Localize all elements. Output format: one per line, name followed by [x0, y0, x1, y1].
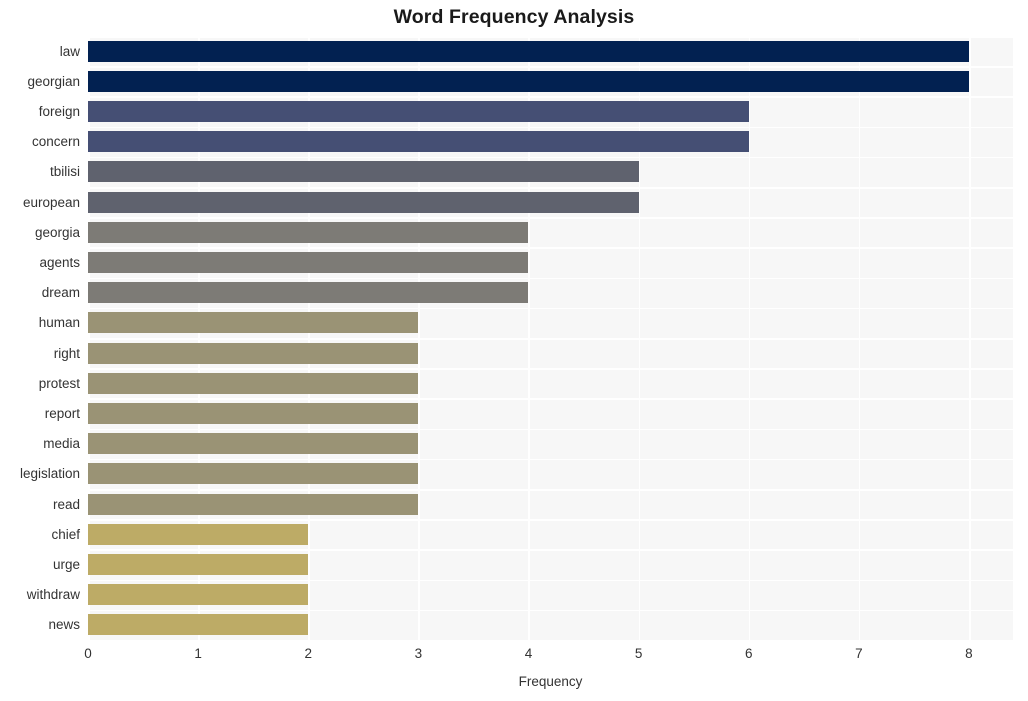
x-axis-tick-label: 6 [744, 646, 753, 661]
y-axis-tick-label: human [38, 315, 80, 331]
y-axis-tick-label: tbilisi [49, 164, 80, 180]
y-axis-tick-label: foreign [38, 104, 80, 119]
bar [88, 614, 309, 636]
x-axis-tick-labels: 0 1 2 3 4 5 6 7 8 [84, 646, 1013, 668]
word-frequency-chart-figure: Word Frequency Analysis law georgian forei… [0, 0, 1028, 701]
x-axis-tick-label: 0 [84, 646, 92, 661]
y-axis-tick-label: protest [38, 375, 80, 391]
bar [88, 403, 419, 424]
x-axis-tick-label: 1 [194, 646, 202, 661]
y-axis-tick-label: dream [41, 285, 80, 301]
bars-layer [88, 36, 1013, 640]
bar [88, 282, 529, 304]
x-axis-label: Frequency [518, 674, 583, 689]
bar [88, 584, 309, 606]
bar [88, 131, 749, 153]
bar [88, 523, 309, 545]
x-axis-tick-label: 7 [855, 646, 863, 661]
x-axis-tick-label: 4 [524, 646, 533, 661]
bar [88, 101, 749, 122]
y-axis-tick-label: urge [52, 557, 80, 572]
bar [88, 40, 969, 62]
y-axis-tick-label: agents [39, 255, 80, 270]
y-axis-tick-label: concern [31, 134, 80, 150]
bar [88, 493, 419, 515]
plot-area [88, 36, 1013, 640]
bar [88, 252, 529, 273]
bar [88, 70, 969, 92]
y-axis-tick-label: georgian [27, 73, 80, 89]
bar [88, 342, 419, 364]
bar [88, 191, 639, 213]
y-axis-tick-label: read [52, 496, 80, 512]
y-axis-tick-label: legislation [19, 466, 80, 482]
y-axis-tick-label: georgia [34, 224, 80, 240]
x-axis-tick-label: 3 [414, 646, 423, 661]
y-axis-tick-label: news [48, 617, 80, 633]
chart-title: Word Frequency Analysis [393, 6, 635, 28]
bar [88, 161, 639, 183]
bar [88, 554, 309, 575]
y-axis-category-labels: law georgian foreign concern tbilisi european… [0, 36, 80, 640]
bar [88, 312, 419, 334]
x-axis-tick-label: 2 [304, 646, 312, 661]
y-axis-tick-label: media [43, 436, 80, 452]
bar [88, 221, 529, 243]
y-axis-tick-label: european [22, 194, 80, 210]
x-axis-tick-label: 5 [634, 646, 643, 661]
y-axis-tick-label: withdraw [26, 587, 80, 603]
bar [88, 433, 419, 455]
y-axis-tick-label: law [59, 43, 80, 59]
y-axis-tick-label: right [53, 345, 80, 361]
y-axis-tick-label: chief [51, 526, 80, 542]
y-axis-tick-label: report [44, 406, 80, 421]
bar [88, 372, 419, 394]
bar [88, 463, 419, 485]
x-axis-tick-label: 8 [965, 646, 973, 661]
